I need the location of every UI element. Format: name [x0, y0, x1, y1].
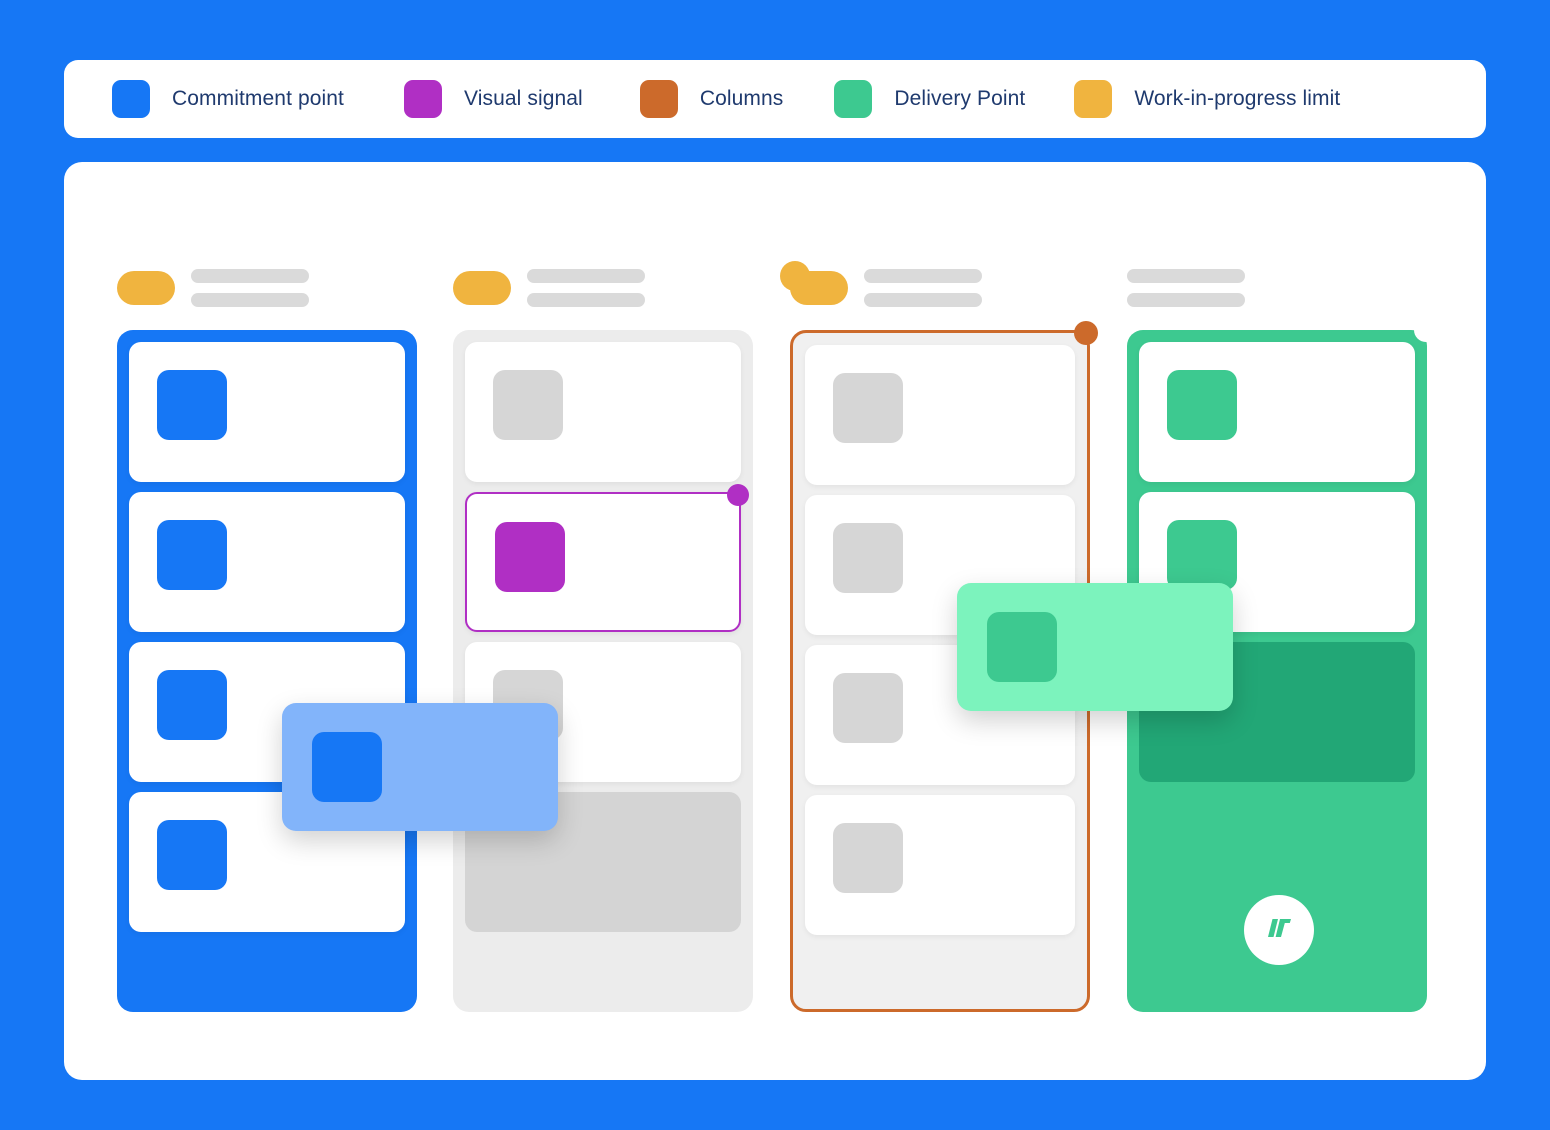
dragging-card-green[interactable] [957, 583, 1233, 711]
legend-item-commitment-point: Commitment point [112, 60, 344, 138]
legend-item-label: Commitment point [172, 87, 344, 110]
board-card[interactable] [805, 795, 1075, 935]
column-title-placeholder [1127, 269, 1245, 307]
board-card[interactable] [1139, 342, 1415, 482]
visual-signal-column[interactable] [453, 330, 753, 1012]
commitment-point-column[interactable] [117, 330, 417, 1012]
placeholder-bar [191, 293, 309, 307]
card-thumbnail [1167, 520, 1237, 590]
card-thumbnail [157, 820, 227, 890]
legend-item-label: Visual signal [464, 87, 583, 110]
jt-logo-badge [1244, 895, 1314, 965]
legend-item-visual-signal: Visual signal [404, 60, 583, 138]
board-card-highlighted[interactable] [465, 484, 749, 632]
placeholder-bar [1127, 269, 1245, 283]
legend-item-label: Work-in-progress limit [1134, 87, 1341, 110]
column-title-placeholder [191, 269, 309, 307]
card-thumbnail [1167, 370, 1237, 440]
card-thumbnail [833, 523, 903, 593]
placeholder-bar [527, 293, 645, 307]
wip-limit-pill [453, 271, 511, 305]
placeholder-bar [864, 293, 982, 307]
delivery-point-marker-dot-icon [1414, 318, 1438, 342]
color-swatch-icon [1074, 80, 1113, 118]
placeholder-bar [864, 269, 982, 283]
placeholder-bar [527, 269, 645, 283]
board-card[interactable] [465, 342, 741, 482]
column-header-delivery-point [1127, 266, 1245, 310]
legend-bar: Commitment point Visual signal Columns D… [64, 60, 1486, 138]
board-card[interactable] [805, 345, 1075, 485]
card-thumbnail [833, 823, 903, 893]
card-thumbnail [833, 673, 903, 743]
legend-item-delivery-point: Delivery Point [834, 60, 1025, 138]
color-swatch-icon [404, 80, 442, 118]
card-thumbnail [833, 373, 903, 443]
column-header-visual-signal [453, 266, 645, 310]
card-thumbnail [312, 732, 382, 802]
card-thumbnail [157, 520, 227, 590]
card-thumbnail [157, 670, 227, 740]
legend-item-work-in-progress-limit: Work-in-progress limit [1074, 60, 1340, 138]
legend-item-label: Columns [699, 87, 784, 110]
dragging-card-blue[interactable] [282, 703, 558, 831]
legend-item-columns: Columns [639, 60, 784, 138]
card-thumbnail [493, 370, 563, 440]
card-thumbnail [495, 522, 565, 592]
column-title-placeholder [527, 269, 645, 307]
color-swatch-icon [112, 80, 150, 118]
board-card[interactable] [129, 342, 405, 482]
board-card[interactable] [129, 492, 405, 632]
visual-signal-dot-icon [727, 484, 749, 506]
column-marker-dot-icon [1074, 321, 1098, 345]
wip-limit-pill [780, 261, 848, 305]
legend-item-label: Delivery Point [894, 87, 1026, 110]
column-title-placeholder [864, 269, 982, 307]
column-header-columns [780, 261, 982, 310]
placeholder-bar [191, 269, 309, 283]
card-thumbnail [157, 370, 227, 440]
color-swatch-icon [639, 80, 678, 118]
card-thumbnail [987, 612, 1057, 682]
wip-limit-pill [117, 271, 175, 305]
column-header-commitment-point [117, 266, 309, 310]
jt-logo-mark-icon [1268, 919, 1291, 937]
placeholder-bar [1127, 293, 1245, 307]
color-swatch-icon [834, 80, 873, 118]
